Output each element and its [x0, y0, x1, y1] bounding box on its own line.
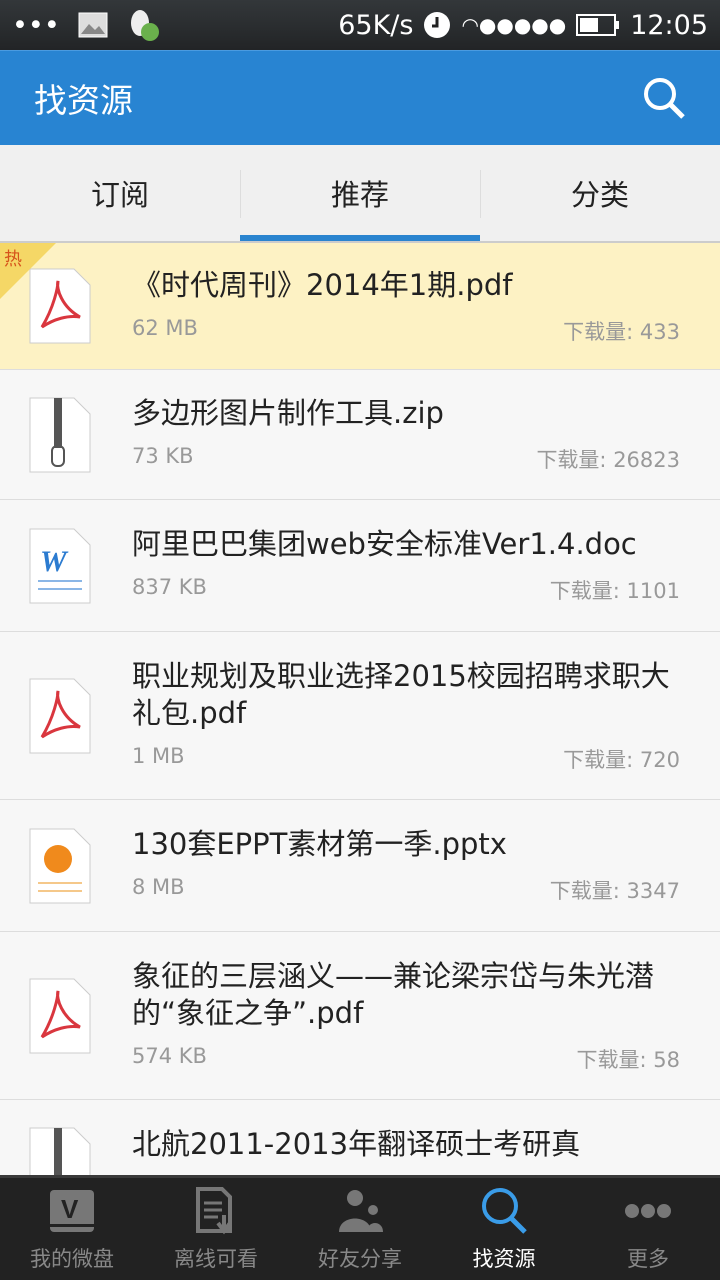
file-size: 8 MB: [132, 875, 185, 899]
file-size: 1 MB: [132, 743, 185, 768]
tab-subscribe[interactable]: 订阅: [0, 145, 240, 241]
doc-file-icon: W: [28, 527, 92, 605]
zip-file-icon: [28, 1126, 92, 1175]
download-count: 下载量: 58: [576, 1047, 680, 1072]
nav-label: 离线可看: [174, 1247, 258, 1271]
resource-list[interactable]: 热 《时代周刊》2014年1期.pdf 62 MB 下载量: 433 多边形图片制作工具…: [0, 243, 720, 1175]
friends-icon: [335, 1185, 385, 1237]
download-count: 下载量: 26823: [536, 448, 680, 472]
nav-item-offline-doc[interactable]: 离线可看: [144, 1178, 288, 1280]
page-title: 找资源: [34, 81, 133, 120]
file-name: 阿里巴巴集团web安全标准Ver1.4.doc: [132, 527, 637, 561]
nav-label: 我的微盘: [30, 1247, 114, 1271]
battery-icon: [576, 14, 620, 36]
clock: 12:05: [630, 9, 708, 41]
download-count: 下载量: 1101: [549, 579, 680, 603]
tab-bar: 订阅 推荐 分类: [0, 145, 720, 243]
more-icon: [624, 1185, 672, 1237]
tab-recommend[interactable]: 推荐: [240, 145, 480, 241]
more-notifications-icon: •••: [12, 9, 60, 41]
nav-item-disk[interactable]: V 我的微盘: [0, 1178, 144, 1280]
image-icon: [78, 12, 108, 38]
pdf-file-icon: [28, 677, 92, 755]
nav-item-more[interactable]: 更多: [576, 1178, 720, 1280]
file-name: 《时代周刊》2014年1期.pdf: [132, 267, 513, 302]
nav-item-search[interactable]: 找资源: [432, 1178, 576, 1280]
list-item[interactable]: 象征的三层涵义——兼论梁宗岱与朱光潜的“象征之争”.pdf 574 KB 下载量: …: [0, 932, 720, 1100]
file-size: 73 KB: [132, 444, 194, 468]
nav-label: 好友分享: [318, 1247, 402, 1271]
file-size: 574 KB: [132, 1043, 207, 1068]
file-name: 象征的三层涵义——兼论梁宗岱与朱光潜的“象征之争”.pdf: [132, 958, 655, 1030]
app-header: 找资源: [0, 50, 720, 145]
nav-label: 更多: [627, 1247, 669, 1271]
download-count: 下载量: 433: [563, 319, 680, 344]
file-name: 多边形图片制作工具.zip: [132, 396, 444, 430]
list-item[interactable]: 130套EPPT素材第一季.pptx 8 MB 下载量: 3347: [0, 800, 720, 932]
list-item[interactable]: 多边形图片制作工具.zip 73 KB 下载量: 26823: [0, 370, 720, 500]
file-size: 837 KB: [132, 575, 207, 599]
tab-category[interactable]: 分类: [480, 145, 720, 241]
file-name: 北航2011-2013年翻译硕士考研真: [132, 1127, 581, 1161]
pdf-file-icon: [28, 977, 92, 1055]
zip-file-icon: [28, 396, 92, 474]
file-size: 62 MB: [132, 315, 198, 340]
disk-icon: V: [48, 1185, 96, 1237]
offline-doc-icon: [194, 1185, 238, 1237]
hot-badge: 热: [0, 243, 56, 299]
list-item[interactable]: W 阿里巴巴集团web安全标准Ver1.4.doc 837 KB 下载量: 1101: [0, 500, 720, 632]
svg-text:W: W: [40, 545, 69, 578]
list-item[interactable]: 职业规划及职业选择2015校园招聘求职大礼包.pdf 1 MB 下载量: 720: [0, 632, 720, 800]
bottom-nav: V 我的微盘 离线可看 好友分享 找资源 更多: [0, 1175, 720, 1280]
file-name: 职业规划及职业选择2015校园招聘求职大礼包.pdf: [132, 658, 670, 730]
download-count: 下载量: 3347: [549, 879, 680, 903]
wifi-signal-icon: ◠●●●●●: [461, 13, 567, 37]
svg-text:V: V: [61, 1194, 79, 1224]
status-bar: ••• 65K/s ◠●●●●● 12:05: [0, 0, 720, 50]
ppt-file-icon: [28, 827, 92, 905]
list-item[interactable]: 热 《时代周刊》2014年1期.pdf 62 MB 下载量: 433: [0, 243, 720, 370]
qq-icon: [130, 10, 159, 41]
search-icon: [480, 1185, 528, 1237]
download-count: 下载量: 720: [563, 747, 680, 772]
file-name: 130套EPPT素材第一季.pptx: [132, 827, 507, 861]
nav-item-friends[interactable]: 好友分享: [288, 1178, 432, 1280]
nav-label: 找资源: [472, 1247, 536, 1271]
network-speed: 65K/s: [338, 9, 414, 41]
list-item[interactable]: 北航2011-2013年翻译硕士考研真: [0, 1100, 720, 1175]
search-icon[interactable]: [642, 76, 686, 120]
alarm-icon: [424, 12, 451, 38]
